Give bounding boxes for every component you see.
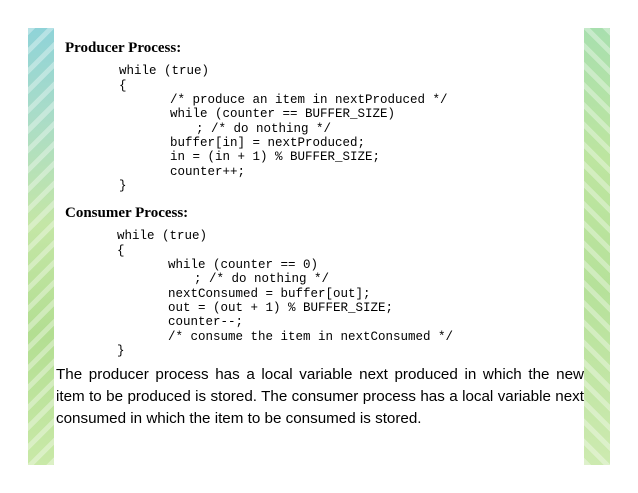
producer-heading: Producer Process: <box>65 40 182 56</box>
code-line: ; /* do nothing */ <box>194 272 330 286</box>
code-line: /* produce an item in nextProduced */ <box>170 93 448 107</box>
code-line: while (true) <box>119 64 210 78</box>
code-line: } <box>119 179 127 193</box>
code-line: counter--; <box>168 315 244 329</box>
code-line: counter++; <box>170 165 246 179</box>
consumer-heading: Consumer Process: <box>65 205 189 221</box>
code-line: in = (in + 1) % BUFFER_SIZE; <box>170 150 381 164</box>
code-line: ; /* do nothing */ <box>196 122 332 136</box>
slide-content: Producer Process: while (true) { /* prod… <box>56 28 584 465</box>
code-line: while (counter == 0) <box>168 258 319 272</box>
decorative-border-left <box>28 28 54 465</box>
code-line: out = (out + 1) % BUFFER_SIZE; <box>168 301 394 315</box>
code-line: { <box>119 79 127 93</box>
code-line: /* consume the item in nextConsumed */ <box>168 330 454 344</box>
code-line: { <box>117 244 125 258</box>
code-line: while (true) <box>117 229 208 243</box>
code-line: } <box>117 344 125 358</box>
code-line: while (counter == BUFFER_SIZE) <box>170 107 396 121</box>
decorative-border-right <box>584 28 610 465</box>
description-paragraph: The producer process has a local variabl… <box>56 366 584 427</box>
slide: Producer Process: while (true) { /* prod… <box>0 0 638 493</box>
code-line: buffer[in] = nextProduced; <box>170 136 366 150</box>
code-line: nextConsumed = buffer[out]; <box>168 287 371 301</box>
